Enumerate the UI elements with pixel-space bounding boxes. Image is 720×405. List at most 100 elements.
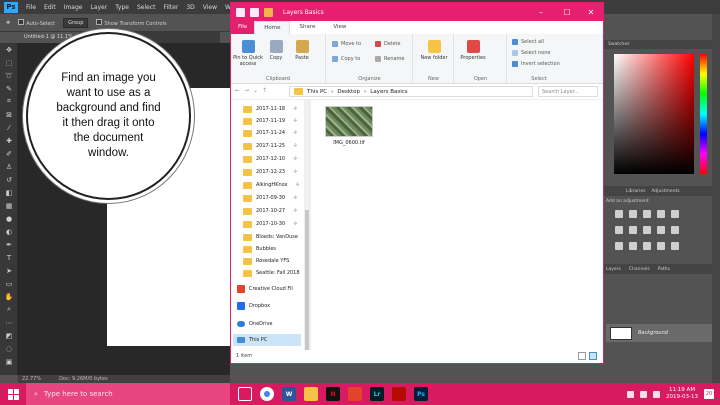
eraser-tool-icon[interactable]: ◧ [0,186,18,199]
nav-folder-item[interactable]: 2017-11-25 ✢ [243,140,297,152]
menu-view[interactable]: View [203,4,217,11]
lasso-tool-icon[interactable]: ➰ [0,69,18,82]
color-balance-icon[interactable] [629,226,637,234]
menu-layer[interactable]: Layer [90,4,107,11]
nav-folder-item[interactable]: Bubbles [243,243,276,255]
tab-layers[interactable]: Layers [606,267,621,272]
levels-icon[interactable] [629,210,637,218]
shape-tool-icon[interactable]: ▭ [0,277,18,290]
gradient-tool-icon[interactable]: ▦ [0,199,18,212]
hue-slider[interactable] [700,54,707,174]
tab-home[interactable]: Home [254,21,291,34]
marquee-tool-icon[interactable]: ⬚ [0,56,18,69]
breadcrumb-layers-basics[interactable]: Layers Basics [370,89,407,95]
nav-folder-item[interactable]: 2017-12-10 ✢ [243,153,297,165]
vibrance-icon[interactable] [671,210,679,218]
zoom-tool-icon[interactable]: ⌕ [0,303,18,316]
bw-icon[interactable] [643,226,651,234]
nav-folder-item[interactable]: 2017-11-19 ✢ [243,115,297,127]
breadcrumb-desktop[interactable]: Desktop [337,89,360,95]
netflix-icon[interactable]: N [326,387,340,401]
menu-type[interactable]: Type [115,4,129,11]
tab-channels[interactable]: Channels [629,267,650,272]
lightroom-icon[interactable]: Lr [370,387,384,401]
dodge-tool-icon[interactable]: ◐ [0,225,18,238]
menu-select[interactable]: Select [137,4,156,11]
notification-badge[interactable]: 20 [704,389,714,399]
auto-select-checkbox[interactable] [18,18,25,25]
breadcrumb-this-pc[interactable]: This PC [307,89,327,95]
blur-tool-icon[interactable]: ● [0,212,18,225]
creative-cloud-icon[interactable] [348,387,362,401]
nav-folder-item[interactable]: Bloeds: VanDuse [243,231,298,243]
photoshop-icon[interactable]: Ps [414,387,428,401]
channel-mixer-icon[interactable] [671,226,679,234]
properties-button[interactable]: Properties [458,40,488,61]
file-thumbnail[interactable] [325,106,373,137]
layer-row[interactable]: Background [606,324,716,342]
nav-folder-item[interactable]: Seattle: Fall 2018 [243,267,300,279]
clock[interactable]: 11:19 AM 2019-03-13 [666,387,698,401]
type-tool-icon[interactable]: T [0,251,18,264]
tab-view[interactable]: View [324,21,355,34]
nav-folder-item[interactable]: 2017-09-30 ✢ [243,192,297,204]
large-icons-view-icon[interactable] [589,352,597,360]
auto-select-option[interactable]: Auto-Select [18,18,55,27]
menu-edit[interactable]: Edit [44,4,56,11]
tab-libraries[interactable]: Libraries [626,189,645,194]
file-list-pane[interactable]: IMG_0600.tif [312,100,603,350]
menu-3d[interactable]: 3D [186,4,194,11]
new-folder-button[interactable]: New folder [419,40,449,61]
pen-tool-icon[interactable]: ✒ [0,238,18,251]
ps-panel-scrollbar[interactable] [712,14,720,383]
chrome-icon[interactable] [260,387,274,401]
select-none-button[interactable]: Select none [512,50,551,56]
nav-creative-cloud[interactable]: Creative Cloud Fil [237,283,293,295]
nav-dropbox[interactable]: Dropbox [237,300,270,312]
move-to-button[interactable]: Move to [332,41,361,47]
nav-scrollbar-thumb[interactable] [305,210,309,350]
color-picker-field[interactable] [614,54,694,174]
nav-folder-item[interactable]: 2017-11-24 ✢ [243,127,297,139]
nav-folder-item[interactable]: Rosedale YFS [243,255,289,267]
show-transform-option[interactable]: Show Transform Controls [96,18,167,27]
nav-folder-item[interactable]: AlkingHKnox ✢ [243,179,300,191]
select-all-button[interactable]: Select all [512,39,544,45]
gradient-map-icon[interactable] [657,242,665,250]
new-folder-quick-icon[interactable] [250,7,259,17]
exposure-icon[interactable] [657,210,665,218]
invert-icon[interactable] [615,242,623,250]
acrobat-icon[interactable] [392,387,406,401]
nav-folder-item[interactable]: 2017-11-18 ✢ [243,103,297,115]
zoom-level[interactable]: 22.77% [22,376,41,382]
pin-quick-access-button[interactable]: Pin to Quick access [233,40,263,67]
healing-tool-icon[interactable]: ✚ [0,134,18,147]
invert-selection-button[interactable]: Invert selection [512,61,560,67]
tab-file[interactable]: File [231,21,255,34]
tab-share[interactable]: Share [290,21,324,34]
details-view-icon[interactable] [578,352,586,360]
move-tool-icon[interactable]: ✥ [0,43,18,56]
eyedropper-tool-icon[interactable]: ⁄ [0,121,18,134]
path-select-icon[interactable]: ➤ [0,264,18,277]
selective-color-icon[interactable] [671,242,679,250]
nav-folder-item[interactable]: 2017-10-30 ✢ [243,218,297,230]
nav-arrows[interactable]: ←→⌄↑ [235,87,271,94]
minimize-icon[interactable]: – [531,3,551,21]
paste-button[interactable]: Paste [291,40,313,61]
menu-filter[interactable]: Filter [164,4,179,11]
rename-button[interactable]: Rename [375,56,405,62]
stamp-tool-icon[interactable]: ♙ [0,160,18,173]
search-input[interactable]: Search Layer... [538,86,598,97]
nav-folder-item[interactable]: 2017-12-23 ✢ [243,166,297,178]
quick-select-tool-icon[interactable]: ✎ [0,82,18,95]
word-icon[interactable]: W [282,387,296,401]
nav-scrollbar[interactable] [304,100,310,350]
photo-filter-icon[interactable] [657,226,665,234]
nav-onedrive[interactable]: OneDrive [237,318,273,330]
quick-mask-icon[interactable]: ◌ [0,342,18,355]
network-icon[interactable] [640,390,648,398]
posterize-icon[interactable] [629,242,637,250]
auto-select-dropdown[interactable]: Group [63,17,89,28]
frame-tool-icon[interactable]: ⊠ [0,108,18,121]
